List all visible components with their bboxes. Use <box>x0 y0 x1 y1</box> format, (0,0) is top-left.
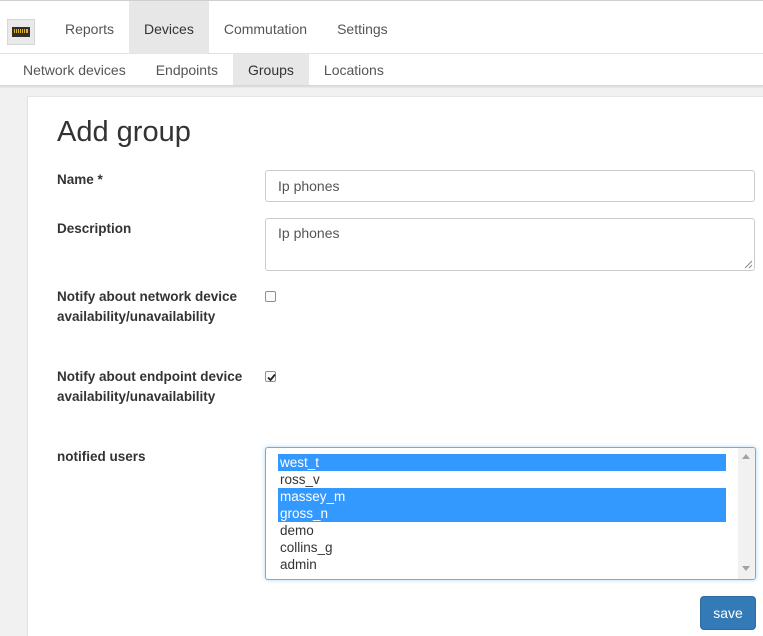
list-item[interactable]: ross_v <box>278 471 726 488</box>
nav-item-commutation[interactable]: Commutation <box>209 1 322 54</box>
network-port-icon[interactable] <box>7 19 35 45</box>
list-item[interactable]: gross_n <box>278 505 726 522</box>
top-navbar: Reports Devices Commutation Settings <box>0 0 763 54</box>
main-nav: Reports Devices Commutation Settings <box>50 1 403 54</box>
users-list: west_t ross_v massey_m gross_n demo coll… <box>278 454 726 573</box>
sub-navbar: Network devices Endpoints Groups Locatio… <box>0 54 763 86</box>
description-textarea[interactable] <box>265 218 755 271</box>
name-input[interactable] <box>265 170 755 202</box>
notified-users-listbox[interactable]: west_t ross_v massey_m gross_n demo coll… <box>265 447 756 580</box>
scrollbar[interactable] <box>738 448 755 579</box>
list-item[interactable]: demo <box>278 522 726 539</box>
description-label: Description <box>57 221 132 236</box>
sub-nav: Network devices Endpoints Groups Locatio… <box>8 54 399 85</box>
notified-users-label: notified users <box>57 449 146 464</box>
nav-item-settings[interactable]: Settings <box>322 1 403 54</box>
subnav-item-locations[interactable]: Locations <box>309 54 399 85</box>
subnav-item-groups[interactable]: Groups <box>232 54 309 85</box>
subnav-item-endpoints[interactable]: Endpoints <box>141 54 233 85</box>
list-item[interactable]: collins_g <box>278 539 726 556</box>
scroll-down-icon[interactable] <box>742 566 750 571</box>
list-item[interactable]: west_t <box>278 454 726 471</box>
name-label: Name * <box>57 172 103 187</box>
list-item[interactable]: massey_m <box>278 488 726 505</box>
scroll-up-icon[interactable] <box>742 454 750 459</box>
notify-network-checkbox[interactable] <box>265 291 276 302</box>
checkmark-icon <box>267 373 276 382</box>
resize-grip-icon[interactable] <box>743 259 753 269</box>
notify-endpoint-checkbox[interactable] <box>265 371 276 382</box>
nav-item-devices[interactable]: Devices <box>129 1 209 54</box>
notify-endpoint-label: Notify about endpoint device availabilit… <box>57 369 243 404</box>
notify-network-label: Notify about network device availability… <box>57 289 238 324</box>
list-item[interactable]: admin <box>278 556 726 573</box>
nav-item-reports[interactable]: Reports <box>50 1 129 54</box>
page-title: Add group <box>57 116 191 148</box>
subnav-item-network-devices[interactable]: Network devices <box>8 54 141 85</box>
